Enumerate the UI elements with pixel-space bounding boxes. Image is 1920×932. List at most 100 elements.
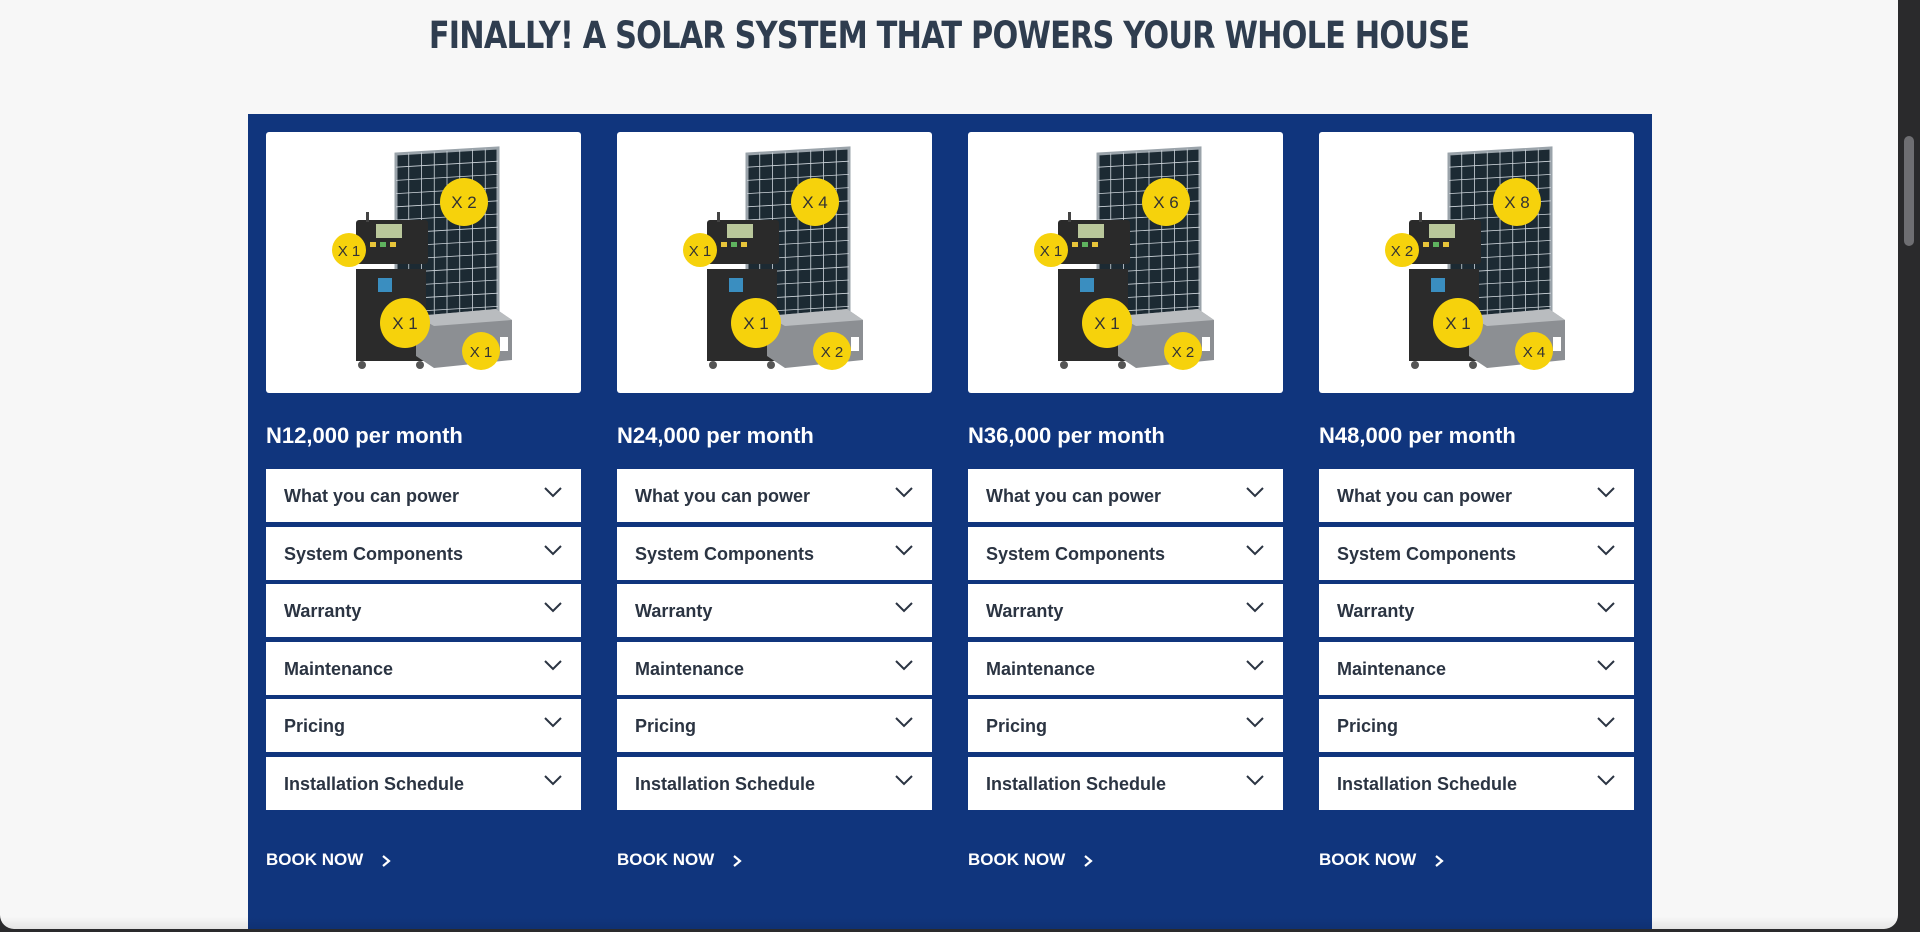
accordion-item-label: System Components <box>284 543 464 564</box>
accordion-item-label: What you can power <box>986 486 1162 506</box>
accordion-item[interactable]: Installation Schedule <box>968 756 1283 810</box>
solar-kit-illustration: X 6 X 1 X 1 X 2 <box>1034 146 1214 370</box>
controller-quantity-badge: X 1 <box>683 233 717 267</box>
chevron-down-icon <box>1596 715 1616 729</box>
plan-price: N12,000 per month <box>266 423 463 448</box>
book-now-button[interactable]: BOOK NOW <box>617 850 742 870</box>
accordion-item-label: System Components <box>986 543 1166 564</box>
chevron-right-icon <box>732 853 742 867</box>
scrollbar-thumb[interactable] <box>1904 136 1914 246</box>
badge-text: X 4 <box>802 193 828 212</box>
badge-text: X 2 <box>821 344 844 361</box>
solar-kit-illustration: X 8 X 2 X 1 X 4 <box>1385 146 1565 370</box>
plan-image: X 8 X 2 X 1 X 4 <box>1319 132 1634 393</box>
plan-image: X 2 X 1 X 1 X 1 <box>266 132 581 393</box>
chevron-down-icon <box>894 773 914 787</box>
plan-card: X 2 X 1 X 1 X 1 N12,000 per month What you ca… <box>266 132 581 815</box>
panel-quantity-badge: X 2 <box>440 178 488 226</box>
controller-quantity-badge: X 1 <box>332 233 366 267</box>
panel-quantity-badge: X 6 <box>1142 178 1190 226</box>
scrollbar[interactable] <box>1898 0 1920 932</box>
book-now-label: BOOK NOW <box>1319 850 1417 869</box>
accordion-item[interactable]: Installation Schedule <box>266 756 581 810</box>
plan-accordion: What you can power System Components Warra… <box>617 469 932 810</box>
accordion-item[interactable]: Warranty <box>266 584 581 638</box>
accordion-item[interactable]: Pricing <box>968 699 1283 753</box>
accordion-item-label: Maintenance <box>284 658 394 679</box>
accordion-item-label: What you can power <box>284 486 460 506</box>
inverter-quantity-badge: X 1 <box>1082 298 1132 348</box>
accordion-item-label: System Components <box>635 543 815 564</box>
inverter-quantity-badge: X 1 <box>1433 298 1483 348</box>
accordion-item[interactable]: Pricing <box>1319 699 1634 753</box>
book-now-button[interactable]: BOOK NOW <box>1319 850 1444 870</box>
accordion-item-label: Installation Schedule <box>635 773 816 794</box>
accordion-item-label: Pricing <box>986 716 1048 737</box>
accordion-item[interactable]: System Components <box>266 526 581 580</box>
badge-text: X 1 <box>470 344 493 361</box>
chevron-down-icon <box>1245 715 1265 729</box>
accordion-item[interactable]: Maintenance <box>617 641 932 695</box>
controller-quantity-badge: X 2 <box>1385 233 1419 267</box>
chevron-down-icon <box>894 715 914 729</box>
chevron-down-icon <box>543 773 563 787</box>
accordion-item[interactable]: Warranty <box>617 584 932 638</box>
plan-image: X 6 X 1 X 1 X 2 <box>968 132 1283 393</box>
book-now-label: BOOK NOW <box>617 850 715 869</box>
accordion-item[interactable]: What you can power <box>1319 469 1634 522</box>
accordion-item[interactable]: Warranty <box>1319 584 1634 638</box>
chevron-right-icon <box>1434 853 1444 867</box>
badge-text: X 1 <box>1040 243 1063 260</box>
accordion-item[interactable]: Maintenance <box>1319 641 1634 695</box>
plan-image: X 4 X 1 X 1 X 2 <box>617 132 932 393</box>
pricing-panel: X 2 X 1 X 1 X 1 N12,000 per month What you ca… <box>248 114 1652 929</box>
chevron-down-icon <box>1596 600 1616 614</box>
accordion-item-label: What you can power <box>635 486 811 506</box>
accordion-item[interactable]: What you can power <box>266 469 581 522</box>
plan-card: X 8 X 2 X 1 X 4 N48,000 per month What you ca… <box>1319 132 1634 815</box>
badge-text: X 1 <box>1094 314 1120 333</box>
chevron-down-icon <box>1245 543 1265 557</box>
chevron-right-icon <box>1083 853 1093 867</box>
badge-text: X 4 <box>1523 344 1546 361</box>
accordion-item-label: Installation Schedule <box>986 773 1167 794</box>
accordion-item[interactable]: Pricing <box>617 699 932 753</box>
panel-quantity-badge: X 8 <box>1493 178 1541 226</box>
accordion-item[interactable]: Pricing <box>266 699 581 753</box>
book-now-button[interactable]: BOOK NOW <box>266 850 391 870</box>
accordion-item[interactable]: Maintenance <box>266 641 581 695</box>
accordion-item-label: Maintenance <box>635 658 745 679</box>
accordion-item-label: System Components <box>1337 543 1517 564</box>
plan-accordion: What you can power System Components Warra… <box>266 469 581 810</box>
badge-text: X 8 <box>1504 193 1530 212</box>
accordion-item[interactable]: Maintenance <box>968 641 1283 695</box>
accordion-item[interactable]: Warranty <box>968 584 1283 638</box>
accordion-item-label: Installation Schedule <box>284 773 465 794</box>
accordion-item-label: Warranty <box>986 601 1064 622</box>
badge-text: X 6 <box>1153 193 1179 212</box>
accordion-item[interactable]: What you can power <box>617 469 932 522</box>
accordion-item-label: Warranty <box>284 601 362 622</box>
battery-quantity-badge: X 2 <box>813 332 851 370</box>
chevron-down-icon <box>543 658 563 672</box>
book-now-button[interactable]: BOOK NOW <box>968 850 1093 870</box>
panel-quantity-badge: X 4 <box>791 178 839 226</box>
plan-accordion: What you can power System Components Warra… <box>1319 469 1634 810</box>
accordion-item-label: Maintenance <box>1337 658 1447 679</box>
chevron-right-icon <box>381 853 391 867</box>
accordion-item-label: What you can power <box>1337 486 1513 506</box>
page-headline: FINALLY! A SOLAR SYSTEM THAT POWERS YOUR… <box>428 14 1470 57</box>
accordion-item-label: Pricing <box>1337 716 1399 737</box>
accordion-item[interactable]: What you can power <box>968 469 1283 522</box>
inverter-quantity-badge: X 1 <box>731 298 781 348</box>
chevron-down-icon <box>894 600 914 614</box>
badge-text: X 2 <box>451 193 477 212</box>
chevron-down-icon <box>543 543 563 557</box>
badge-text: X 1 <box>338 243 361 260</box>
badge-text: X 1 <box>743 314 769 333</box>
accordion-item[interactable]: Installation Schedule <box>1319 756 1634 810</box>
accordion-item[interactable]: System Components <box>968 526 1283 580</box>
accordion-item[interactable]: Installation Schedule <box>617 756 932 810</box>
accordion-item[interactable]: System Components <box>617 526 932 580</box>
accordion-item[interactable]: System Components <box>1319 526 1634 580</box>
